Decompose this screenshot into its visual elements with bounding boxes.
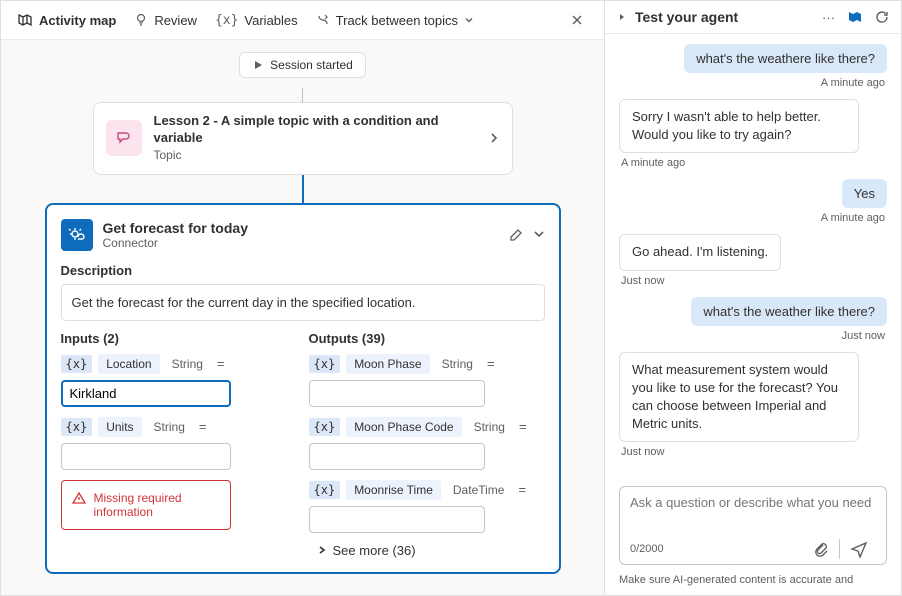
close-button[interactable]	[566, 9, 588, 31]
expand-icon[interactable]	[617, 12, 627, 22]
track-icon	[316, 13, 330, 27]
units-input[interactable]	[61, 443, 231, 470]
play-icon	[252, 59, 264, 71]
lesson-title: Lesson 2 - A simple topic with a conditi…	[154, 113, 476, 147]
output-value[interactable]	[309, 506, 485, 533]
equals-sign: =	[485, 356, 497, 371]
error-text: Missing required information	[94, 491, 220, 519]
chat-body[interactable]: what's the weathere like there? A minute…	[605, 34, 901, 476]
description-label: Description	[61, 263, 545, 278]
variable-icon: {x}	[309, 355, 341, 373]
tab-label: Activity map	[39, 13, 116, 28]
output-param: {x} Moon Phase String =	[309, 354, 545, 374]
bot-message: Sorry I wasn't able to help better. Woul…	[619, 99, 859, 153]
variable-icon: {x}	[309, 418, 341, 436]
user-message: what's the weather like there?	[691, 297, 887, 326]
variables-icon: {x}	[215, 13, 238, 28]
output-param: {x} Moon Phase Code String =	[309, 417, 545, 437]
warning-icon	[72, 491, 86, 519]
equals-sign: =	[516, 482, 528, 497]
variable-icon: {x}	[309, 481, 341, 499]
tab-label: Track between topics	[336, 13, 458, 28]
output-value[interactable]	[309, 443, 485, 470]
top-tabs: Activity map Review {x} Variables Track …	[1, 1, 604, 40]
input-param-location: {x} Location String =	[61, 354, 297, 374]
inputs-column: Inputs (2) {x} Location String = {x} Uni…	[61, 331, 297, 558]
refresh-button[interactable]	[875, 10, 889, 24]
test-agent-panel: Test your agent ··· what's the weathere …	[605, 1, 901, 595]
edit-button[interactable]	[509, 228, 523, 242]
outputs-label: Outputs (39)	[309, 331, 545, 346]
send-button[interactable]	[842, 538, 876, 560]
timestamp: Just now	[621, 446, 664, 458]
chat-input[interactable]	[630, 495, 876, 531]
see-more-button[interactable]: See more (36)	[309, 543, 545, 558]
tab-label: Variables	[244, 13, 297, 28]
outputs-column: Outputs (39) {x} Moon Phase String = {x}…	[309, 331, 545, 558]
panel-title: Test your agent	[635, 9, 814, 25]
lesson-subtitle: Topic	[154, 148, 182, 162]
timestamp: Just now	[621, 275, 664, 287]
param-type: DateTime	[447, 480, 511, 500]
timestamp: A minute ago	[621, 157, 685, 169]
param-name: Units	[98, 417, 141, 437]
chevron-right-icon[interactable]	[488, 132, 500, 144]
description-text: Get the forecast for the current day in …	[61, 284, 545, 321]
bulb-icon	[134, 13, 148, 27]
param-name: Moon Phase	[346, 354, 429, 374]
tab-variables[interactable]: {x} Variables	[215, 13, 298, 28]
param-name: Moon Phase Code	[346, 417, 461, 437]
param-type: String	[436, 354, 479, 374]
param-name: Moonrise Time	[346, 480, 441, 500]
chat-input-box: 0/2000	[619, 486, 887, 565]
variable-icon: {x}	[61, 418, 93, 436]
equals-sign: =	[215, 356, 227, 371]
topic-icon	[106, 120, 142, 156]
chevron-down-icon	[464, 15, 474, 25]
weather-icon	[61, 219, 93, 251]
tab-track[interactable]: Track between topics	[316, 13, 474, 28]
collapse-button[interactable]	[533, 228, 545, 242]
canvas[interactable]: Session started Lesson 2 - A simple topi…	[1, 40, 604, 595]
more-button[interactable]: ···	[822, 10, 835, 25]
user-message: what's the weathere like there?	[684, 44, 887, 73]
lesson-card[interactable]: Lesson 2 - A simple topic with a conditi…	[93, 102, 513, 175]
equals-sign: =	[197, 419, 209, 434]
output-value[interactable]	[309, 380, 485, 407]
activity-map-panel: Activity map Review {x} Variables Track …	[1, 1, 605, 595]
timestamp: Just now	[842, 330, 885, 342]
forecast-connector-card[interactable]: Get forecast for today Connector Descrip…	[45, 203, 561, 574]
timestamp: A minute ago	[821, 212, 885, 224]
attach-button[interactable]	[805, 539, 837, 559]
char-counter: 0/2000	[630, 543, 805, 555]
user-message: Yes	[842, 179, 887, 208]
error-box: Missing required information	[61, 480, 231, 530]
forecast-title: Get forecast for today	[103, 220, 499, 236]
param-type: String	[166, 354, 209, 374]
see-more-label: See more (36)	[333, 543, 416, 558]
input-param-units: {x} Units String =	[61, 417, 297, 437]
session-label: Session started	[270, 58, 353, 72]
location-input[interactable]	[61, 380, 231, 407]
param-name: Location	[98, 354, 159, 374]
timestamp: A minute ago	[821, 77, 885, 89]
tab-activity-map[interactable]: Activity map	[17, 12, 116, 28]
bot-message: Go ahead. I'm listening.	[619, 234, 781, 270]
session-started-chip: Session started	[239, 52, 366, 78]
disclaimer-text: Make sure AI-generated content is accura…	[605, 569, 901, 595]
param-type: String	[468, 417, 511, 437]
bot-message: What measurement system would you like t…	[619, 352, 859, 443]
variable-icon: {x}	[61, 355, 93, 373]
forecast-subtitle: Connector	[103, 236, 499, 250]
param-type: String	[148, 417, 191, 437]
map-toggle-button[interactable]	[847, 9, 863, 25]
tab-label: Review	[154, 13, 197, 28]
map-icon	[17, 12, 33, 28]
output-param: {x} Moonrise Time DateTime =	[309, 480, 545, 500]
tab-review[interactable]: Review	[134, 13, 197, 28]
inputs-label: Inputs (2)	[61, 331, 297, 346]
equals-sign: =	[517, 419, 529, 434]
